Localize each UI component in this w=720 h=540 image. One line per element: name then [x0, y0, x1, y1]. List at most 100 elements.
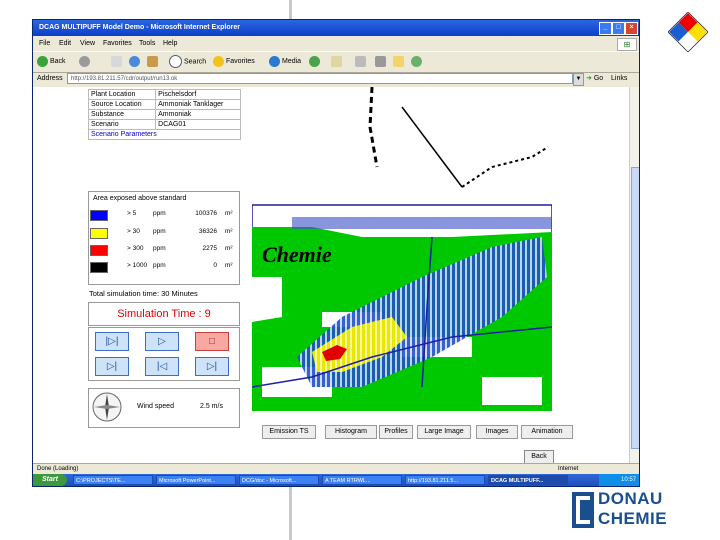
scenario-parameters-link[interactable]: Scenario Parameters	[88, 129, 241, 140]
title-bar: DCAG MULTIPUFF Model Demo - Microsoft In…	[33, 20, 639, 36]
total-simulation-time: Total simulation time: 30 Minutes	[89, 289, 198, 298]
forward-button[interactable]	[79, 55, 92, 69]
close-button[interactable]: ×	[625, 22, 638, 35]
print-icon	[355, 55, 366, 67]
area-row: > 300 ppm 2275 m²	[89, 244, 239, 256]
address-bar: Address http://193.81.211.57/cdr/output/…	[33, 72, 639, 86]
compass-icon	[92, 392, 122, 422]
wind-speed-value: 2.5 m/s	[200, 403, 223, 410]
media-button[interactable]: Media	[269, 55, 301, 69]
table-row: Plant Location Pischelsdorf	[87, 89, 241, 100]
area-threshold: > 5	[127, 210, 137, 217]
area-value: 100376	[195, 210, 217, 217]
area-row: > 30 ppm 36326 m²	[89, 227, 239, 239]
taskbar-item[interactable]: DCG/doc - Microsoft...	[239, 475, 319, 485]
windows-logo-icon: ⊞	[617, 38, 637, 51]
step-back-button[interactable]: |◁	[145, 357, 179, 376]
home-button[interactable]	[147, 55, 160, 69]
area-unit: ppm	[153, 228, 166, 235]
tab-profiles[interactable]: Profiles	[379, 425, 413, 439]
area-unit: ppm	[153, 245, 166, 252]
tab-animation[interactable]: Animation	[521, 425, 573, 439]
maximize-button[interactable]: □	[612, 22, 625, 35]
scroll-thumb[interactable]	[631, 167, 639, 449]
favorites-button[interactable]: Favorites	[213, 55, 255, 69]
messenger-button[interactable]	[411, 55, 424, 69]
area-value: 2275	[202, 245, 217, 252]
info-label: Scenario	[87, 119, 157, 130]
stop-button-sim[interactable]: □	[195, 332, 229, 351]
search-icon	[169, 55, 182, 68]
info-value: Pischelsdorf	[155, 89, 241, 100]
search-button[interactable]: Search	[169, 55, 206, 69]
menu-bar: File Edit View Favorites Tools Help ⊞	[33, 37, 639, 51]
refresh-button[interactable]	[129, 55, 142, 69]
minimize-button[interactable]: _	[599, 22, 612, 35]
info-label: Substance	[87, 109, 157, 120]
links-label[interactable]: Links	[611, 72, 627, 86]
taskbar-item[interactable]: C:\PROJECTS\TE...	[73, 475, 153, 485]
menu-tools[interactable]: Tools	[139, 37, 155, 50]
taskbar-item[interactable]: http://193.81.211.5...	[405, 475, 485, 485]
color-swatch	[90, 228, 108, 239]
tab-images[interactable]: Images	[476, 425, 518, 439]
info-label: Plant Location	[87, 89, 157, 100]
area-row: > 1000 ppm 0 m²	[89, 261, 239, 273]
clock: 10:57	[620, 477, 636, 483]
refresh-icon	[129, 55, 140, 67]
go-button[interactable]: ➜ Go	[586, 72, 603, 86]
color-swatch	[90, 245, 108, 256]
vertical-scrollbar[interactable]	[629, 87, 639, 463]
play-button[interactable]: ▷	[145, 332, 179, 351]
address-label: Address	[37, 75, 63, 82]
edit-button[interactable]	[375, 55, 388, 69]
star-icon	[213, 55, 224, 67]
stop-button[interactable]	[111, 55, 124, 69]
table-row: Source Location Ammoniak Tanklager	[87, 99, 241, 110]
area-value: 0	[213, 262, 217, 269]
edit-icon	[375, 55, 386, 67]
tab-histogram[interactable]: Histogram	[325, 425, 377, 439]
taskbar-item[interactable]: A TEAM RTRWL...	[322, 475, 402, 485]
wind-speed-label: Wind speed	[137, 403, 174, 410]
step-forward-button[interactable]: ▷|	[95, 357, 129, 376]
back-button[interactable]: Back	[37, 55, 66, 69]
messenger-icon	[411, 55, 422, 67]
menu-edit[interactable]: Edit	[59, 37, 71, 50]
back-arrow-icon	[37, 55, 48, 67]
home-icon	[147, 55, 158, 67]
area-threshold: > 1000	[127, 262, 148, 269]
address-input[interactable]: http://193.81.211.57/cdr/output/run13.ok	[67, 73, 573, 84]
discuss-button[interactable]	[393, 55, 406, 69]
start-button[interactable]: Start	[33, 474, 67, 486]
tab-large-image[interactable]: Large Image	[417, 425, 471, 439]
back-label: Back	[50, 58, 66, 65]
mail-button[interactable]	[331, 55, 344, 69]
area-m2: m²	[225, 210, 233, 217]
back-page-button[interactable]: Back	[524, 450, 554, 464]
map-label-chemie: Chemie	[262, 242, 332, 267]
taskbar-item[interactable]: Microsoft PowerPoint...	[156, 475, 236, 485]
menu-file[interactable]: File	[39, 37, 50, 50]
step-play-button[interactable]: |▷|	[95, 332, 129, 351]
address-dropdown-icon[interactable]: ▼	[573, 73, 584, 86]
table-row: Scenario Parameters	[88, 129, 241, 140]
taskbar-item-active[interactable]: DCAG MULTIPUFF...	[488, 475, 568, 485]
menu-view[interactable]: View	[80, 37, 95, 50]
menu-favorites[interactable]: Favorites	[103, 37, 132, 50]
print-button[interactable]	[355, 55, 368, 69]
menu-help[interactable]: Help	[163, 37, 177, 50]
area-row: > 5 ppm 100376 m²	[89, 209, 239, 221]
simulation-map: Chemie	[252, 87, 552, 411]
area-unit: ppm	[153, 210, 166, 217]
info-value: Ammoniak	[155, 109, 241, 120]
page-content: Plant Location Pischelsdorf Source Locati…	[33, 87, 629, 464]
logo-text-chemie: CHEMIE	[598, 509, 668, 528]
area-value: 36326	[198, 228, 217, 235]
mail-icon	[331, 55, 342, 67]
history-button[interactable]	[309, 55, 322, 69]
go-end-button[interactable]: ▷|	[195, 357, 229, 376]
browser-window: DCAG MULTIPUFF Model Demo - Microsoft In…	[32, 19, 640, 487]
tab-emission-ts[interactable]: Emission TS	[262, 425, 316, 439]
area-threshold: > 30	[127, 228, 140, 235]
